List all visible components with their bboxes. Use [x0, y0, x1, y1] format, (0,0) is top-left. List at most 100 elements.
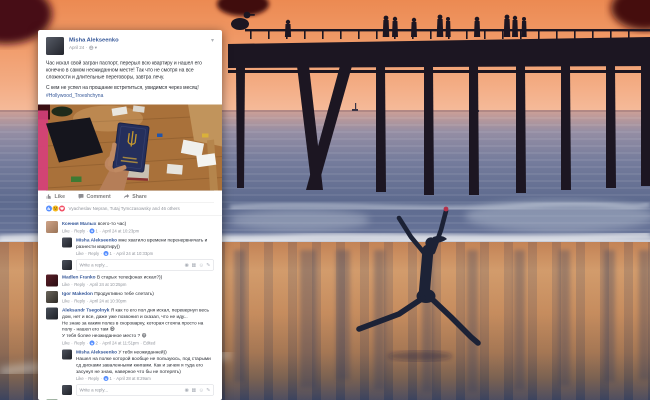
- comment-button[interactable]: Comment: [78, 193, 111, 199]
- comment-meta: Like · Reply · 1 · April 28 at 8:29am: [76, 376, 214, 381]
- reply-box-icons: ◉▦☺✎: [185, 262, 211, 268]
- hashtag-link[interactable]: #Hollywood_Troeshchyna: [46, 93, 103, 99]
- reply-placeholder: Write a reply...: [80, 263, 109, 268]
- author-name-link[interactable]: Misha Alekseenko: [69, 37, 211, 44]
- reactions-summary-link[interactable]: Vyacheslav Nepran, Tutaj Tymczasowsky an…: [69, 206, 180, 211]
- comment-line: Нашел на полке которой вообще не пользую…: [76, 356, 211, 374]
- commenter-name-link[interactable]: Madlen Franko: [62, 275, 96, 281]
- post-text: Час искал свой загран паспорт, перерыл в…: [38, 59, 222, 104]
- commenter-name-link[interactable]: Ксения Малых: [62, 221, 96, 227]
- comment-body: Aleksandr Tsegolnyk Я как то его пол дня…: [62, 308, 214, 396]
- post-header: Misha Alekseenko April 24 · ▾ ▾: [38, 30, 222, 59]
- facebook-post-window: Misha Alekseenko April 24 · ▾ ▾: [38, 30, 222, 400]
- commenter-name-link[interactable]: Misha Alekseenko: [76, 237, 117, 243]
- smiley-icon[interactable]: ☺: [199, 262, 204, 268]
- gif-icon[interactable]: ▦: [191, 262, 196, 268]
- commenter-avatar[interactable]: [62, 385, 72, 395]
- thumb-up-icon: [90, 341, 95, 346]
- post-action-bar: Like Comment Share: [46, 190, 214, 202]
- comment-timestamp: April 28 at 8:29am: [116, 376, 150, 381]
- comment-body: Igor Makedon Продуктивно тебе слетать)Li…: [62, 291, 214, 303]
- share-arrow-icon: [124, 193, 130, 199]
- commenter-avatar[interactable]: [62, 237, 72, 247]
- post-options-chevron-icon[interactable]: ▾: [211, 37, 214, 43]
- comment-reply: Misha Alekseenko мне хватило времени пер…: [62, 237, 214, 256]
- comment: Igor Makedon Продуктивно тебе слетать)Li…: [46, 291, 214, 303]
- haha-reaction-icon[interactable]: [53, 205, 59, 211]
- commenter-name-link[interactable]: Aleksandr Tsegolnyk: [62, 308, 109, 314]
- comment-like-link[interactable]: Like: [62, 341, 70, 346]
- comment-reply-link[interactable]: Reply: [74, 282, 85, 287]
- commenter-avatar[interactable]: [62, 350, 72, 360]
- post-timestamp-row: April 24 · ▾: [69, 45, 211, 51]
- comment-reply-link[interactable]: Reply: [74, 299, 85, 304]
- comment: Aleksandr Tsegolnyk Я как то его пол дня…: [46, 308, 214, 396]
- commenter-name-link[interactable]: Misha Alekseenko: [76, 350, 117, 356]
- reply-placeholder: Write a reply...: [80, 388, 109, 393]
- object-in-hand: [444, 207, 449, 212]
- commenter-name-link[interactable]: Igor Makedon: [62, 291, 93, 297]
- comment-meta: Like · Reply · April 24 at 10:30pm: [62, 299, 214, 304]
- post-date[interactable]: April 24: [69, 45, 84, 50]
- comment: Madlen Franko В старых телефонах искал?)…: [46, 275, 214, 287]
- pier-silhouette: [228, 12, 650, 195]
- commenter-avatar[interactable]: [62, 260, 72, 270]
- comment-bubble-icon: [78, 193, 84, 199]
- commenter-avatar[interactable]: [46, 221, 58, 233]
- comment-meta: Like · Reply · 1 · April 24 at 10:33pm: [76, 251, 214, 256]
- privacy-chevron-icon[interactable]: ▾: [95, 45, 97, 51]
- love-reaction-icon[interactable]: [59, 205, 65, 211]
- note-icon[interactable]: ✎: [206, 387, 210, 393]
- commenter-avatar[interactable]: [46, 291, 58, 303]
- comment-timestamp: April 24 at 10:25pm: [90, 282, 127, 287]
- pier-pillars: [236, 66, 650, 195]
- comment-body: Ксения Малых всего-то час)Like · Reply ·…: [62, 221, 214, 271]
- comment-line: В старых телефонах искал?)): [97, 275, 162, 281]
- pillar-reflections: [234, 250, 650, 392]
- write-reply-input[interactable]: Write a reply... ◉▦☺✎: [76, 260, 214, 271]
- comment-line: У тебя более неожиданное место ? 😄: [62, 333, 146, 339]
- comment-like-link[interactable]: Like: [76, 376, 84, 381]
- comment-reply-link[interactable]: Reply: [88, 376, 99, 381]
- comment-meta: Like · Reply · 1 · April 24 at 10:23pm: [62, 228, 214, 233]
- dot-separator: ·: [86, 45, 88, 50]
- comment-timestamp: April 24 at 10:30pm: [90, 299, 127, 304]
- comment-text: Madlen Franko В старых телефонах искал?)…: [62, 275, 214, 281]
- commenter-avatar[interactable]: [46, 275, 58, 287]
- post-paragraph: С кем не успел на прощание встретиться, …: [46, 84, 214, 91]
- like-count: 2: [96, 341, 98, 346]
- comment-like-link[interactable]: Like: [62, 282, 70, 287]
- comment-reply-link[interactable]: Reply: [74, 228, 85, 233]
- commenter-avatar[interactable]: [46, 308, 58, 320]
- comment-text: Misha Alekseenko мне хватило времени пер…: [76, 237, 214, 250]
- camera-icon[interactable]: ◉: [185, 387, 189, 393]
- like-reaction-icon[interactable]: [46, 205, 52, 211]
- comment-replies: Misha Alekseenko мне хватило времени пер…: [62, 237, 214, 270]
- comment-like-count-badge[interactable]: 1: [104, 376, 112, 381]
- like-button[interactable]: Like: [46, 193, 65, 199]
- post-photo-passport[interactable]: [38, 104, 222, 190]
- thumb-up-icon: [90, 228, 95, 233]
- comment-reply-link[interactable]: Reply: [74, 341, 85, 346]
- write-reply-box: Write a reply... ◉▦☺✎: [62, 260, 214, 271]
- comment-timestamp: April 24 at 11:51pm: [102, 341, 139, 346]
- comment-like-link[interactable]: Like: [62, 299, 70, 304]
- camera-icon[interactable]: ◉: [185, 262, 189, 268]
- comment-like-count-badge[interactable]: 1: [104, 251, 112, 256]
- comment-like-count-badge[interactable]: 1: [90, 228, 98, 233]
- share-button[interactable]: Share: [124, 193, 147, 199]
- smiley-icon[interactable]: ☺: [199, 387, 204, 393]
- comment-text: Misha Alekseenko У тебя неожиданней))Наш…: [76, 350, 214, 376]
- comment-like-link[interactable]: Like: [76, 251, 84, 256]
- note-icon[interactable]: ✎: [206, 262, 210, 268]
- pink-object: [38, 110, 48, 190]
- comment-like-link[interactable]: Like: [62, 228, 70, 233]
- comment-like-count-badge[interactable]: 2: [90, 341, 98, 346]
- gif-icon[interactable]: ▦: [191, 387, 196, 393]
- comment-reply-link[interactable]: Reply: [88, 251, 99, 256]
- write-reply-input[interactable]: Write a reply... ◉▦☺✎: [76, 385, 214, 396]
- comment-line: всего-то час): [98, 221, 127, 227]
- globe-privacy-icon: [89, 45, 94, 50]
- reply-box-icons: ◉▦☺✎: [185, 387, 211, 393]
- author-avatar[interactable]: [46, 37, 64, 55]
